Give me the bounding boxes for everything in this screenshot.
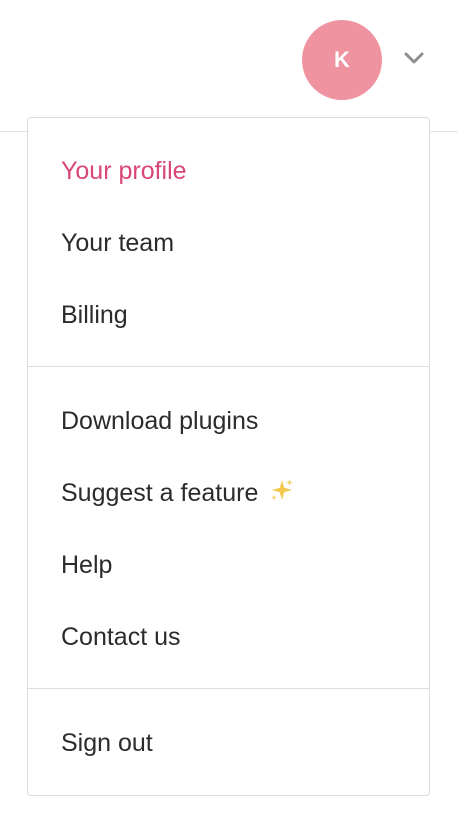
user-avatar[interactable]: K	[302, 20, 382, 100]
menu-item-sign-out[interactable]: Sign out	[61, 727, 153, 759]
menu-item-label: Suggest a feature	[61, 479, 259, 507]
menu-item-label: Download plugins	[61, 407, 259, 435]
account-dropdown-menu: Your profile Your team Billing Download …	[27, 117, 430, 796]
menu-item-label: Sign out	[61, 729, 153, 757]
menu-divider	[28, 688, 429, 689]
menu-item-label: Your team	[61, 229, 175, 257]
menu-item-label: Your profile	[61, 157, 187, 185]
menu-item-help[interactable]: Help	[61, 549, 112, 581]
chevron-down-icon[interactable]	[400, 46, 428, 70]
avatar-initial: K	[334, 47, 350, 72]
menu-item-billing[interactable]: Billing	[61, 299, 128, 331]
menu-item-your-team[interactable]: Your team	[61, 227, 174, 259]
menu-item-label: Help	[61, 551, 113, 579]
menu-item-suggest-feature[interactable]: Suggest a feature	[61, 477, 295, 509]
top-header: K	[0, 0, 458, 132]
menu-item-label: Contact us	[61, 623, 181, 651]
menu-item-contact-us[interactable]: Contact us	[61, 621, 181, 653]
menu-item-your-profile[interactable]: Your profile	[61, 155, 187, 187]
menu-divider	[28, 366, 429, 367]
menu-item-label: Billing	[61, 301, 128, 329]
sparkles-icon	[269, 477, 295, 511]
menu-item-download-plugins[interactable]: Download plugins	[61, 405, 258, 437]
